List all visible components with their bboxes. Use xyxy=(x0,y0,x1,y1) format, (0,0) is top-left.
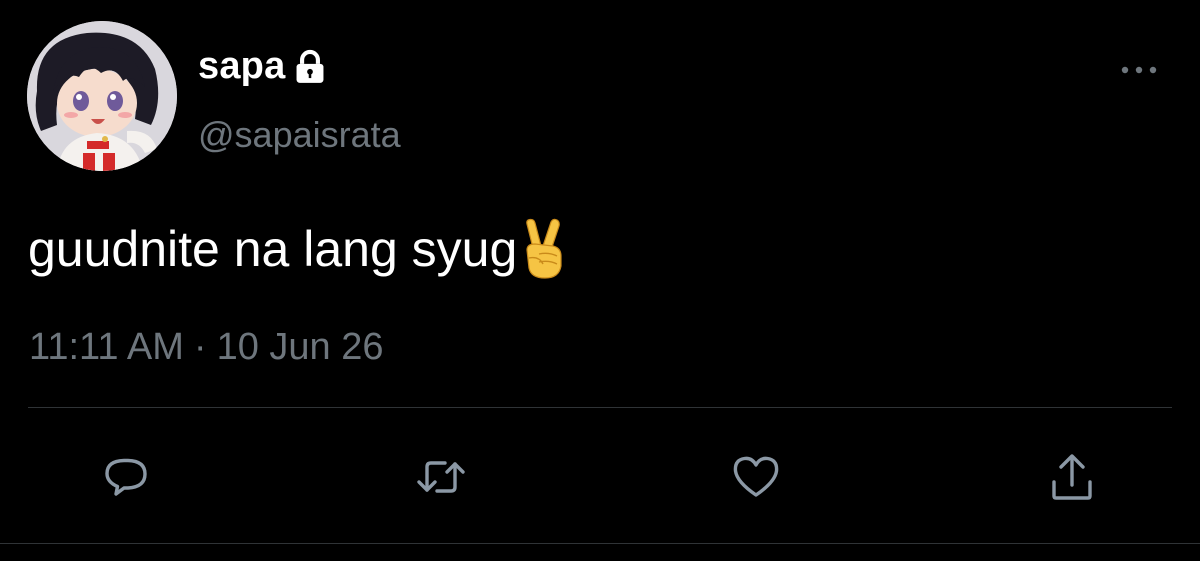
retweet-button[interactable] xyxy=(414,450,468,504)
tweet-date: 10 Jun 26 xyxy=(216,326,384,368)
like-button[interactable] xyxy=(729,450,783,504)
bottom-divider xyxy=(0,543,1200,544)
share-button[interactable] xyxy=(1045,450,1099,504)
lock-icon xyxy=(296,49,324,83)
display-name-row: sapa xyxy=(198,40,329,92)
tweet-timestamp[interactable]: 11:11 AM · 10 Jun 26 xyxy=(29,326,384,369)
user-handle[interactable]: @sapaisrata xyxy=(198,114,401,156)
reply-button[interactable] xyxy=(99,450,153,504)
meta-separator: · xyxy=(193,326,207,368)
avatar-image xyxy=(27,21,177,171)
display-name[interactable]: sapa xyxy=(198,45,285,88)
tweet-body: guudnite na lang syug xyxy=(28,221,518,277)
share-icon xyxy=(1052,454,1092,500)
tweet-card: sapa @sapaisrata guudnite na lang syug 1… xyxy=(0,0,1200,561)
divider xyxy=(28,407,1172,408)
tweet-time: 11:11 AM xyxy=(29,326,184,368)
heart-icon xyxy=(733,456,779,497)
retweet-icon xyxy=(417,461,465,493)
more-icon[interactable] xyxy=(1116,58,1162,82)
avatar[interactable] xyxy=(27,21,177,171)
tweet-text: guudnite na lang syug xyxy=(28,218,569,280)
reply-icon xyxy=(105,458,147,496)
victory-hand-icon xyxy=(526,218,562,279)
